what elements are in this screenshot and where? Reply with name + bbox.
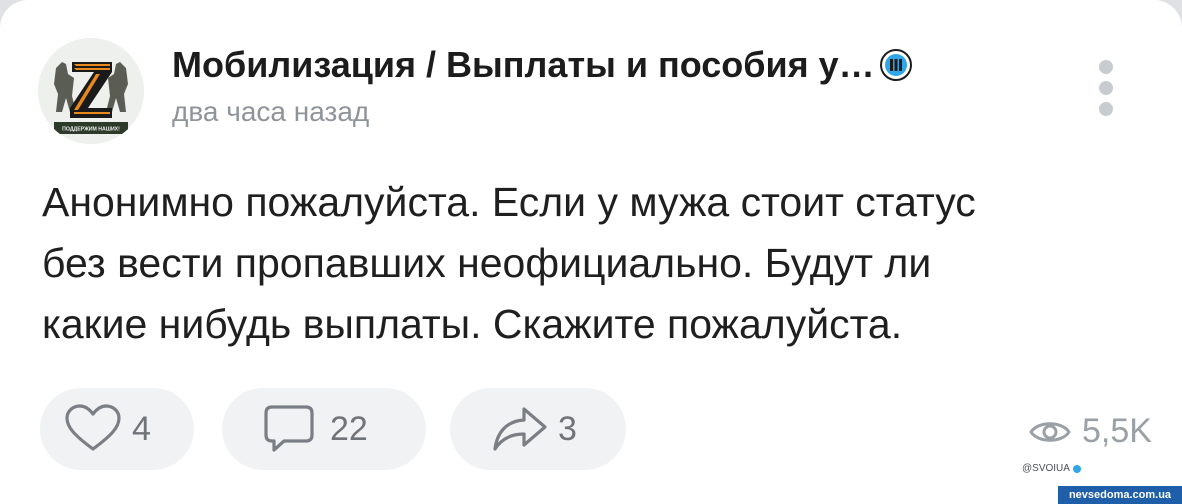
like-count: 4 bbox=[132, 409, 151, 448]
like-button[interactable]: 4 bbox=[40, 388, 194, 470]
post-text-line: без вести пропавших неофициально. Будут … bbox=[42, 240, 932, 286]
heart-icon bbox=[65, 404, 121, 451]
views-counter: 5,5K bbox=[1028, 412, 1152, 451]
comment-count: 22 bbox=[330, 409, 368, 448]
eye-icon bbox=[1029, 421, 1071, 442]
channel-name[interactable]: Мобилизация / Выплаты и пособия у… bbox=[172, 44, 875, 86]
post-card: ПОДДЕРЖИМ НАШИХ! Мобилизация / Выплаты и… bbox=[0, 0, 1182, 504]
avatar-emblem-text: ПОДДЕРЖИМ НАШИХ! bbox=[62, 127, 120, 133]
views-count: 5,5K bbox=[1082, 412, 1152, 450]
comment-button[interactable]: 22 bbox=[222, 388, 426, 470]
site-watermark: nevsedoma.com.ua bbox=[1058, 486, 1182, 504]
channel-title-row[interactable]: Мобилизация / Выплаты и пособия у… bbox=[172, 42, 913, 88]
share-arrow-icon bbox=[493, 407, 547, 451]
post-text-line: Анонимно пожалуйста. Если у мужа стоит с… bbox=[42, 179, 976, 225]
post-timestamp: два часа назад bbox=[172, 96, 370, 127]
share-count: 3 bbox=[558, 409, 577, 448]
source-handle: @SVOIUA bbox=[1022, 463, 1081, 474]
channel-avatar[interactable]: ПОДДЕРЖИМ НАШИХ! bbox=[38, 38, 144, 144]
post-body: Анонимно пожалуйста. Если у мужа стоит с… bbox=[42, 172, 1122, 355]
verified-badge-icon bbox=[879, 48, 913, 82]
share-button[interactable]: 3 bbox=[450, 388, 626, 470]
post-text-line: какие нибудь выплаты. Скажите пожалуйста… bbox=[42, 301, 903, 347]
more-dot bbox=[1099, 81, 1113, 95]
source-handle-text: @SVOIUA bbox=[1022, 463, 1070, 474]
verified-dot-icon bbox=[1072, 464, 1081, 473]
z-emblem-avatar: ПОДДЕРЖИМ НАШИХ! bbox=[38, 38, 144, 144]
comment-bubble-icon bbox=[264, 405, 314, 452]
more-dot bbox=[1099, 60, 1113, 74]
more-vertical-icon[interactable] bbox=[1092, 60, 1120, 116]
more-dot bbox=[1099, 102, 1113, 116]
